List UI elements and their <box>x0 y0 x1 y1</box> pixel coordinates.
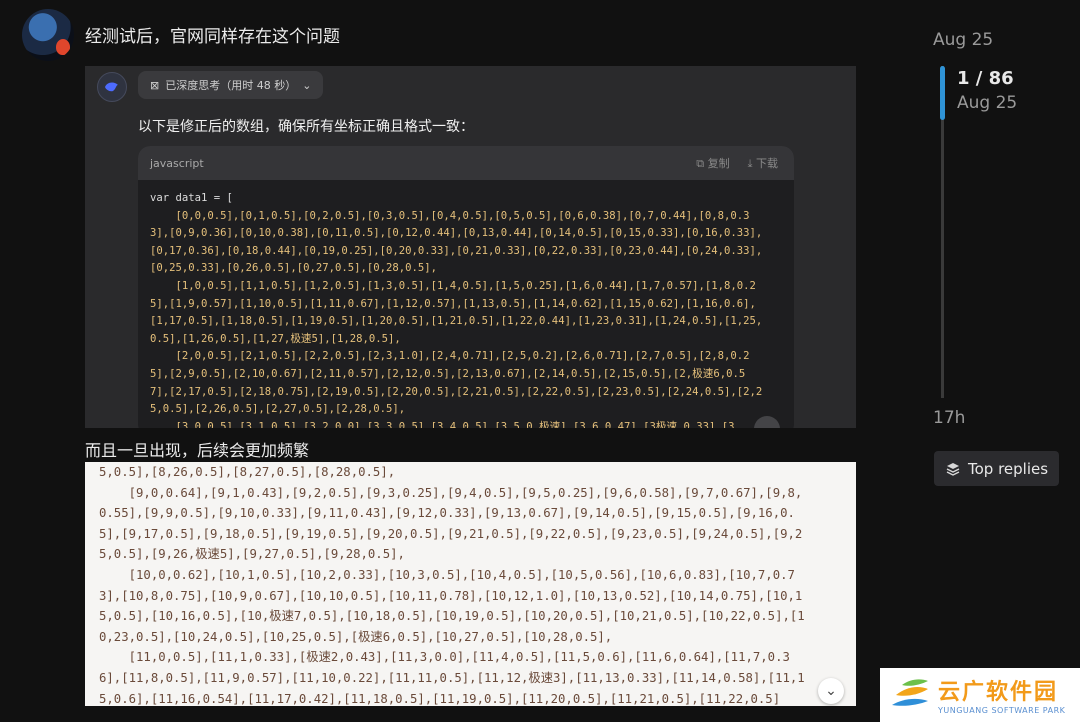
code-line: [1,0,0.5],[1,1,0.5],[1,2,0.5],[1,3,0.5],… <box>150 279 756 292</box>
timeline-current-date: Aug 25 <box>957 93 1018 113</box>
deepseek-logo-icon <box>97 72 127 102</box>
chevron-down-icon: ⌄ <box>302 78 312 92</box>
code-line: [3,0,0.5],[3,1,0.5],[3,2,0.0],[3,3,0.5],… <box>150 420 741 428</box>
watermark-logo-icon <box>892 679 928 706</box>
code-line: [2,0,0.5],[2,1,0.5],[2,2,0.5],[2,3,1.0],… <box>150 350 750 363</box>
top-replies-label: Top replies <box>968 459 1049 478</box>
code-line: 5],[9,17,0.5],[9,18,0.5],[9,19,0.5],[9,2… <box>99 526 803 541</box>
code-block: javascript ⧉ 复制 ⤓ 下载 var data1 = [ [0,0,… <box>138 146 794 428</box>
code-line: 0.5],[1,26,0.5],[1,27,极速5],[1,28,0.5], <box>150 332 401 345</box>
code-line: [0,17,0.36],[0,18,0.44],[0,19,0.25],[0,2… <box>150 244 763 257</box>
think-icon: ⊠ <box>150 78 160 92</box>
code-line: [11,0,0.5],[11,1,0.33],[极速2,0.43],[11,3,… <box>99 650 790 665</box>
think-chip-label: 已深度思考（用时 48 秒） <box>165 79 297 92</box>
scroll-down-button[interactable]: ⌄ <box>818 678 844 704</box>
user-avatar[interactable] <box>22 9 74 61</box>
post-text: 经测试后，官网同样存在这个问题 <box>85 27 340 47</box>
code-line: 5],[2,9,0.5],[2,10,0.67],[2,11,0.57],[2,… <box>150 367 746 380</box>
code-line: [9,0,0.64],[9,1,0.43],[9,2,0.5],[9,3,0.2… <box>99 485 803 500</box>
code-line: 5,0.5],[2,26,0.5],[2,27,0.5],[2,28,0.5], <box>150 403 406 416</box>
timeline-start-date[interactable]: Aug 25 <box>933 30 993 50</box>
top-replies-button[interactable]: Top replies <box>934 451 1059 486</box>
code-content: var data1 = [ [0,0,0.5],[0,1,0.5],[0,2,0… <box>138 180 794 428</box>
copy-button[interactable]: ⧉ 复制 <box>696 155 729 171</box>
code-line: 3],[0,9,0.36],[0,10,0.38],[0,11,0.5],[0,… <box>150 227 763 240</box>
deep-think-toggle[interactable]: ⊠ 已深度思考（用时 48 秒） ⌄ <box>138 71 324 99</box>
code-line: 5,0.5],[8,26,0.5],[8,27,0.5],[8,28,0.5], <box>99 465 396 479</box>
watermark-text-en: YUNGUANG SOFTWARE PARK <box>938 706 1066 715</box>
post-caption: 而且一旦出现，后续会更加频繁 <box>85 441 310 460</box>
chevron-down-icon: ⌄ <box>825 683 837 699</box>
code-line: 7],[2,17,0.5],[2,18,0.75],[2,19,0.5],[2,… <box>150 385 763 398</box>
screenshot-code-light: 5,0.5],[8,26,0.5],[8,27,0.5],[8,28,0.5],… <box>85 462 856 706</box>
timeline-end-date[interactable]: 17h <box>933 408 965 428</box>
code-line: 5,0.6],[11,16,0.54],[11,17,0.42],[11,18,… <box>99 691 781 706</box>
copy-icon: ⧉ <box>696 157 705 170</box>
code-block-header: javascript ⧉ 复制 ⤓ 下载 <box>138 146 794 180</box>
code-line: [1,17,0.5],[1,18,0.5],[1,19,0.5],[1,20,0… <box>150 315 763 328</box>
flame-badge-icon <box>56 39 70 55</box>
code-line: [0,25,0.33],[0,26,0.5],[0,27,0.5],[0,28,… <box>150 262 438 275</box>
code-line: 5],[1,9,0.57],[1,10,0.5],[1,11,0.67],[1,… <box>150 297 756 310</box>
code-line: 5,0.5],[9,26,极速5],[9,27,0.5],[9,28,0.5], <box>99 547 405 562</box>
download-button[interactable]: ⤓ 下载 <box>748 155 778 171</box>
code-line: 6],[11,8,0.5],[11,9,0.57],[11,10,0.22],[… <box>99 670 805 685</box>
layers-icon <box>946 462 960 476</box>
code-line: 5,0.5],[10,16,0.5],[10,极速7,0.5],[10,18,0… <box>99 609 805 624</box>
screenshot-deepseek-chat: ⊠ 已深度思考（用时 48 秒） ⌄ 以下是修正后的数组，确保所有坐标正确且格式… <box>85 66 856 428</box>
code-language: javascript <box>150 156 204 170</box>
code-line: var data1 = [ <box>150 192 233 204</box>
post-counter: 1 / 86 <box>957 68 1014 89</box>
code-line: 0.55],[9,9,0.5],[9,10,0.33],[9,11,0.43],… <box>99 506 795 521</box>
code-line: 0,23,0.5],[10,24,0.5],[10,25,0.5],[极速6,0… <box>99 629 613 644</box>
answer-intro: 以下是修正后的数组，确保所有坐标正确且格式一致： <box>138 119 474 135</box>
watermark-text-cn: 云广软件园 <box>938 680 1059 705</box>
code-line: [10,0,0.62],[10,1,0.5],[10,2,0.33],[10,3… <box>99 567 795 582</box>
watermark: 云广软件园 YUNGUANG SOFTWARE PARK <box>880 668 1080 722</box>
code-content-light: 5,0.5],[8,26,0.5],[8,27,0.5],[8,28,0.5],… <box>85 462 856 706</box>
code-line: 3],[10,8,0.75],[10,9,0.67],[10,10,0.5],[… <box>99 588 803 603</box>
code-line: [0,0,0.5],[0,1,0.5],[0,2,0.5],[0,3,0.5],… <box>150 209 750 222</box>
timeline-scroll-handle[interactable] <box>940 66 945 120</box>
download-icon: ⤓ <box>747 157 753 170</box>
